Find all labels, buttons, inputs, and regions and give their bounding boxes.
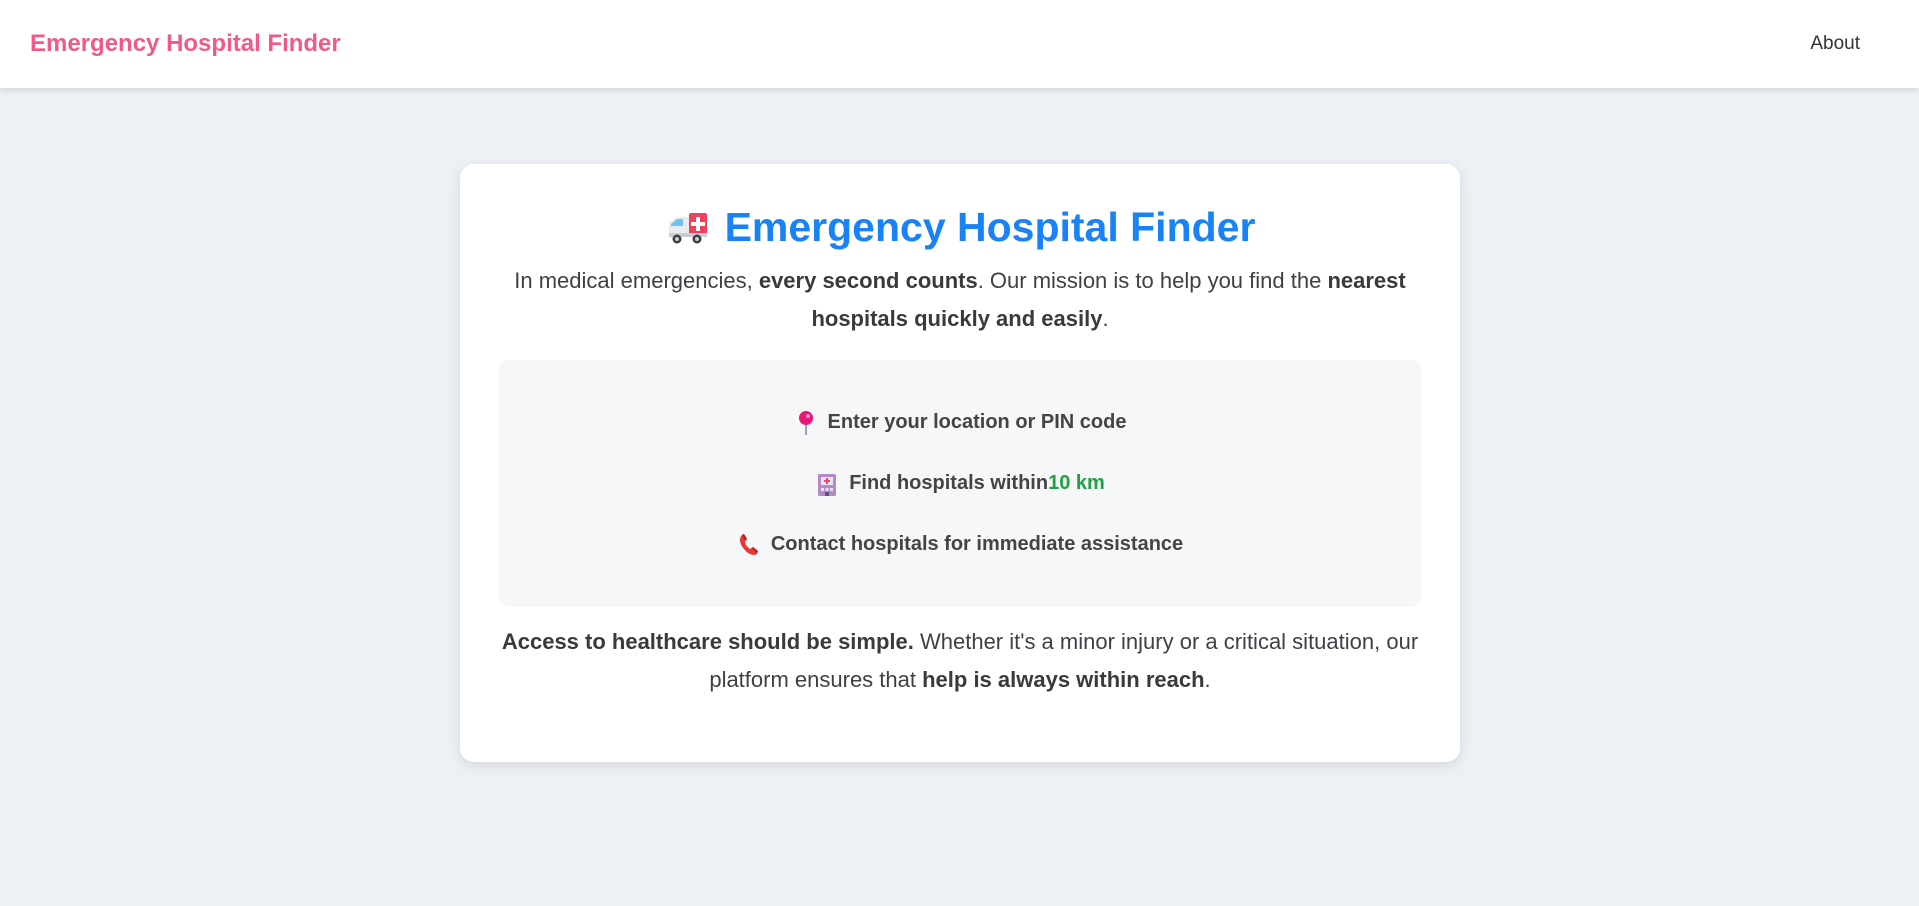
outro-bold-1: Access to healthcare should be simple.	[501, 629, 914, 654]
outro-text: Access to healthcare should be simple. W…	[498, 623, 1422, 699]
hospital-icon	[815, 471, 839, 497]
brand-link[interactable]: Emergency Hospital Finder	[30, 30, 341, 58]
navbar: Emergency Hospital Finder About	[0, 0, 1919, 88]
steps-panel: Enter your location or PIN code Find hos…	[498, 360, 1422, 607]
step-contact-text: Contact hospitals for immediate assistan…	[770, 533, 1184, 555]
intro-text: In medical emergencies, every second cou…	[498, 262, 1422, 338]
distance-value: 10 km	[1048, 472, 1105, 494]
step-location-text: Enter your location or PIN code	[827, 411, 1127, 433]
intro-part-2: . Our mission is to help you find the	[977, 268, 1328, 293]
step-find: Find hospitals within 10 km	[815, 453, 1105, 514]
intro-part-3: .	[1102, 306, 1109, 331]
intro-bold-1: every second counts	[758, 268, 978, 293]
pushpin-icon	[794, 410, 818, 436]
outro-bold-2: help is always within reach	[922, 667, 1205, 692]
step-find-text: Find hospitals within	[849, 472, 1049, 494]
info-card: Emergency Hospital Finder In medical eme…	[460, 164, 1460, 762]
telephone-icon	[737, 532, 761, 558]
nav-about-link[interactable]: About	[1810, 33, 1860, 55]
title-row: Emergency Hospital Finder	[498, 202, 1422, 252]
outro-part-2: .	[1204, 667, 1211, 692]
intro-part-1: In medical emergencies,	[514, 268, 759, 293]
page-title: Emergency Hospital Finder	[724, 204, 1256, 250]
step-contact: Contact hospitals for immediate assistan…	[737, 514, 1183, 575]
ambulance-icon	[665, 209, 709, 245]
step-location: Enter your location or PIN code	[794, 392, 1127, 453]
